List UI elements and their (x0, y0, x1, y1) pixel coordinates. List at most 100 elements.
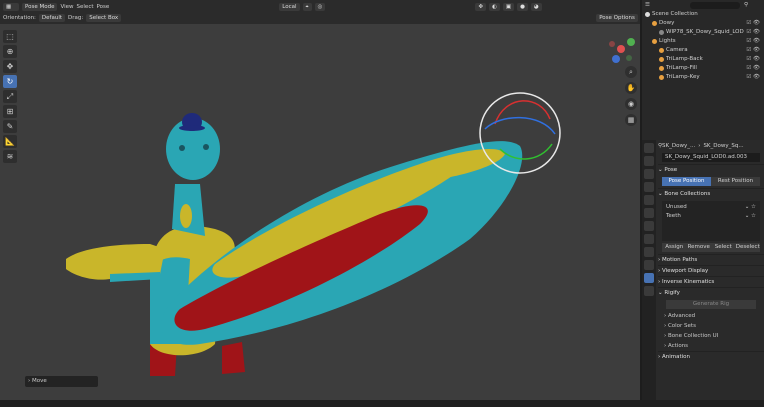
viewport-display-header[interactable]: › Viewport Display (658, 265, 764, 276)
assign-button[interactable]: Assign (662, 243, 687, 252)
last-operator-panel[interactable]: › Move (25, 376, 98, 387)
actions-subpanel[interactable]: › Actions (658, 341, 764, 351)
outliner-search-input[interactable] (689, 1, 740, 9)
visibility-icon[interactable]: ☑ 👁 (746, 19, 764, 28)
character-model[interactable] (0, 24, 640, 400)
transform-icon[interactable]: ⊞ (3, 105, 17, 118)
status-bar (0, 400, 764, 407)
rest-position-button[interactable]: Rest Position (711, 177, 760, 186)
outliner-row[interactable]: Camera ☑ 👁 (642, 46, 764, 55)
3d-viewport[interactable]: ⌕ ✋ ◉ ▦ › Move (0, 24, 640, 400)
outliner-row-label: Camera (666, 47, 688, 53)
outliner-row[interactable]: Lights ☑ 👁 (642, 37, 764, 46)
tool-shelf: ⬚ ⊕ ✥ ↻ ⤢ ⊞ ✎ 📐 ≋ (3, 30, 19, 165)
bone-collections-header[interactable]: ⌄ Bone Collections (658, 188, 764, 199)
rotate-icon[interactable]: ↻ (3, 75, 17, 88)
outliner-row[interactable]: TriLamp-Back ☑ 👁 (642, 55, 764, 64)
navigation-gizmo[interactable] (604, 32, 638, 66)
pose-position-button[interactable]: Pose Position (662, 177, 711, 186)
proportional-icon[interactable]: ◎ (314, 2, 326, 11)
camera-view-icon[interactable]: ◉ (625, 98, 637, 110)
outliner-row[interactable]: WIP78_SK_Dowy_Squid_LOD ☑ 👁 (642, 28, 764, 37)
outliner-row[interactable]: TriLamp-Key ☑ 👁 (642, 73, 764, 82)
outliner-row-label: Dowy (659, 20, 675, 26)
deselect-button[interactable]: Deselect (735, 243, 760, 252)
bone-collections-list[interactable]: Unused ⌄ ☆ Teeth ⌄ ☆ (662, 201, 760, 241)
physics-tab-icon[interactable] (644, 247, 654, 257)
pose-options-dropdown[interactable]: Pose Options (596, 13, 638, 22)
measure-icon[interactable]: 📐 (3, 135, 17, 148)
modifiers-tab-icon[interactable] (644, 234, 654, 244)
transform-orientation-dropdown[interactable]: Local (279, 2, 300, 11)
world-tab-icon[interactable] (644, 208, 654, 218)
breadcrumb-object: SK_Dowy_... (662, 143, 696, 149)
list-item[interactable]: Teeth ⌄ ☆ (666, 212, 756, 221)
relax-icon[interactable]: ≋ (3, 150, 17, 163)
pan-icon[interactable]: ✋ (625, 82, 637, 94)
cursor-icon[interactable]: ⊕ (3, 45, 17, 58)
zoom-icon[interactable]: ⌕ (625, 66, 637, 78)
object-tab-icon[interactable] (644, 221, 654, 231)
outliner-row[interactable]: TriLamp-Fill ☑ 👁 (642, 64, 764, 73)
breadcrumb-data: SK_Dowy_Sq... (703, 143, 744, 149)
remove-button[interactable]: Remove (686, 243, 711, 252)
visibility-icon[interactable]: ☑ 👁 (746, 55, 764, 64)
menu-pose[interactable]: Pose (97, 4, 110, 10)
viewport-header: ▦ Pose Mode View Select Pose Local ⌖ ◎ ✥… (0, 0, 640, 24)
menu-select[interactable]: Select (77, 4, 94, 10)
scene-tab-icon[interactable] (644, 195, 654, 205)
annotate-icon[interactable]: ✎ (3, 120, 17, 133)
inverse-kinematics-header[interactable]: › Inverse Kinematics (658, 276, 764, 287)
filter-icon[interactable]: ⚲ (744, 2, 748, 8)
bone-collection-ui-subpanel[interactable]: › Bone Collection UI (658, 331, 764, 341)
visibility-icon[interactable]: ☑ 👁 (746, 46, 764, 55)
outliner-row[interactable]: Dowy ☑ 👁 (642, 19, 764, 28)
menu-view[interactable]: View (60, 4, 73, 10)
drag-dropdown[interactable]: Select Box (86, 13, 122, 22)
constraints-tab-icon[interactable] (644, 260, 654, 270)
advanced-subpanel[interactable]: › Advanced (658, 311, 764, 321)
tool-tab-icon[interactable] (644, 143, 654, 153)
gizmo-icon[interactable]: ✥ (475, 2, 487, 11)
mode-dropdown[interactable]: Pose Mode (22, 2, 58, 11)
visibility-icon[interactable]: ☑ 👁 (746, 28, 764, 37)
xray-icon[interactable]: ▣ (502, 2, 515, 11)
snap-icon[interactable]: ⌖ (302, 2, 312, 11)
object-type-icon (659, 30, 664, 35)
pose-panel-header[interactable]: ⌄ Pose (658, 164, 764, 175)
outliner-type-icon[interactable]: ☰ (645, 2, 650, 8)
visibility-icon[interactable]: ☑ 👁 (746, 73, 764, 82)
object-type-icon (652, 39, 657, 44)
visibility-icon[interactable]: ☑ 👁 (746, 37, 764, 46)
bone-tab-icon[interactable] (644, 286, 654, 296)
shading-solid-icon[interactable]: ● (517, 2, 528, 11)
shading-material-icon[interactable]: ◕ (530, 2, 542, 11)
armature-name-field[interactable]: SK_Dowy_Squid_LOD0.ad.003 (662, 153, 760, 162)
scale-icon[interactable]: ⤢ (3, 90, 17, 103)
overlay-icon[interactable]: ◐ (489, 2, 500, 11)
orientation-dropdown[interactable]: Default (38, 13, 66, 22)
outliner: ☰ ⚲ Scene Collection Dowy ☑ 👁 WIP78_SK_Dow… (642, 0, 764, 140)
select-button[interactable]: Select (711, 243, 736, 252)
scene-collection-row[interactable]: Scene Collection (642, 10, 764, 19)
drag-label: Drag: (68, 14, 84, 21)
motion-paths-header[interactable]: › Motion Paths (658, 254, 764, 265)
view-layer-tab-icon[interactable] (644, 182, 654, 192)
rigify-header[interactable]: ⌄ Rigify (658, 287, 764, 298)
pose-position-toggle: Pose Position Rest Position (662, 177, 760, 186)
generate-rig-button[interactable]: Generate Rig (666, 300, 756, 309)
move-icon[interactable]: ✥ (3, 60, 17, 73)
armature-data-tab-icon[interactable] (644, 273, 654, 283)
object-type-icon (659, 48, 664, 53)
animation-header[interactable]: › Animation (658, 351, 764, 362)
select-box-icon[interactable]: ⬚ (3, 30, 17, 43)
ortho-toggle-icon[interactable]: ▦ (625, 114, 637, 126)
output-tab-icon[interactable] (644, 169, 654, 179)
editor-type-button[interactable]: ▦ (3, 2, 19, 11)
render-tab-icon[interactable] (644, 156, 654, 166)
visibility-icon[interactable]: ☑ 👁 (746, 64, 764, 73)
object-type-icon (652, 21, 657, 26)
bone-collection-buttons: Assign Remove Select Deselect (662, 243, 760, 252)
color-sets-subpanel[interactable]: › Color Sets (658, 321, 764, 331)
list-item[interactable]: Unused ⌄ ☆ (666, 203, 756, 212)
